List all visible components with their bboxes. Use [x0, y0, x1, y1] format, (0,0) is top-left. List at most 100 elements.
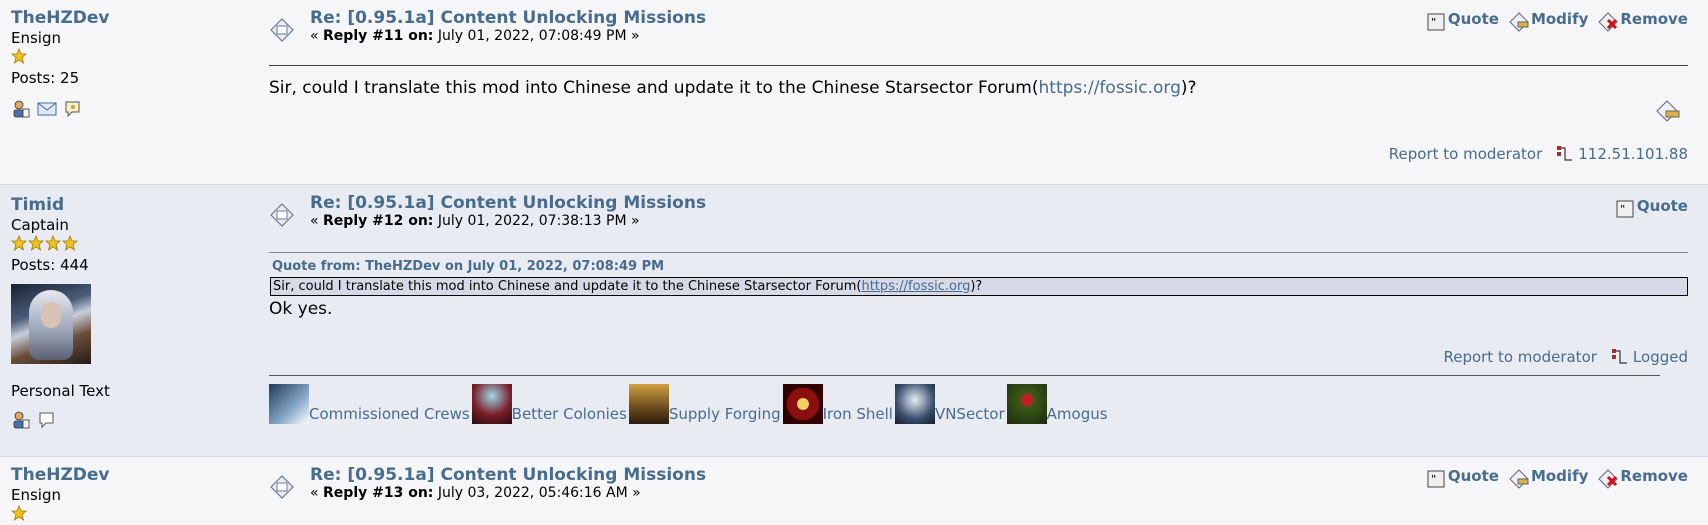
personal-text: Personal Text [11, 382, 110, 400]
poster-name[interactable]: TheHZDev [11, 8, 251, 28]
post-meta: « Reply #11 on: July 01, 2022, 07:08:49 … [310, 28, 640, 44]
post-meta: « Reply #12 on: July 01, 2022, 07:38:13 … [310, 213, 640, 229]
rank-stars [11, 48, 251, 66]
logged-status[interactable]: Logged [1611, 348, 1688, 366]
signature-link-better-colonies[interactable]: Better Colonies [471, 384, 629, 424]
meta-prefix: « [310, 485, 324, 501]
rank-stars [11, 235, 251, 253]
post-topic-icon [270, 203, 294, 227]
supply-forging-image [628, 384, 669, 424]
vnsector-image [894, 384, 935, 424]
star-icon [11, 48, 27, 64]
quote-text-end: )? [970, 279, 983, 294]
logged-text: Logged [1632, 348, 1688, 366]
poster-name[interactable]: TheHZDev [11, 465, 251, 485]
ip-icon [1611, 349, 1627, 364]
quote-block: Sir, could I translate this mod into Chi… [270, 277, 1688, 296]
star-icon [62, 235, 78, 251]
poster-rank: Ensign [11, 29, 61, 47]
profile-icon[interactable] [11, 99, 31, 119]
modify-label: Modify [1530, 10, 1589, 28]
post-topic-icon [270, 18, 294, 42]
quote-label: Quote [1447, 10, 1499, 28]
post-body: Sir, could I translate this mod into Chi… [269, 78, 1197, 98]
star-icon [11, 505, 27, 521]
report-to-moderator-link[interactable]: Report to moderator [1389, 145, 1542, 163]
email-icon[interactable] [37, 99, 57, 119]
poster-info: Timid Captain Posts: 444 Personal Text [11, 195, 251, 430]
modify-button[interactable]: Modify [1509, 10, 1588, 32]
post-date: July 01, 2022, 07:08:49 PM » [433, 28, 640, 44]
quote-label: Quote [1636, 197, 1688, 215]
avatar [11, 284, 91, 364]
modify-button[interactable]: Modify [1509, 467, 1588, 489]
poster-info: TheHZDev Ensign [11, 465, 251, 523]
report-to-moderator-link[interactable]: Report to moderator [1443, 348, 1596, 366]
remove-button[interactable]: Remove [1598, 467, 1688, 489]
poster-rank: Ensign [11, 486, 61, 504]
post-reply-11: TheHZDev Ensign Posts: 25 Re: [0.95.1a] … [0, 0, 1708, 185]
post-subject-link[interactable]: Re: [0.95.1a] Content Unlocking Missions [310, 465, 706, 485]
signature-link-amogus[interactable]: Amogus [1006, 384, 1110, 424]
better-colonies-image [471, 384, 512, 424]
quote-button[interactable]: " Quote [1426, 467, 1499, 489]
post-meta: « Reply #13 on: July 03, 2022, 05:46:16 … [310, 485, 641, 501]
signature-label: Commissioned Crews [309, 405, 470, 423]
post-reply-12: Timid Captain Posts: 444 Personal Text R… [0, 185, 1708, 457]
commissioned-crews-image [269, 384, 309, 424]
quote-header[interactable]: Quote from: TheHZDev on July 01, 2022, 0… [272, 259, 664, 274]
personal-message-icon[interactable] [37, 410, 57, 430]
personal-message-icon[interactable] [63, 99, 83, 119]
quote-icon: " [1427, 470, 1445, 488]
signature-label: Iron Shell [822, 405, 893, 423]
modify-label: Modify [1530, 467, 1589, 485]
modify-icon [1509, 469, 1529, 489]
signature-label: Supply Forging [668, 405, 781, 423]
quote-button[interactable]: " Quote [1426, 10, 1499, 32]
quote-button[interactable]: " Quote [1615, 197, 1688, 219]
poster-info: TheHZDev Ensign Posts: 25 [11, 8, 251, 119]
post-footer: Report to moderator 112.51.101.88 [1389, 145, 1688, 163]
svg-text:": " [1431, 474, 1436, 485]
post-reply-13: TheHZDev Ensign Re: [0.95.1a] Content Un… [0, 457, 1708, 525]
signature-label: VNSector [934, 405, 1005, 423]
post-date: July 01, 2022, 07:38:13 PM » [433, 213, 640, 229]
ip-icon [1557, 146, 1573, 161]
post-subject-link[interactable]: Re: [0.95.1a] Content Unlocking Missions [310, 193, 706, 213]
remove-icon [1598, 12, 1619, 32]
signature-link-commissioned-crews[interactable]: Commissioned Crews [269, 384, 472, 424]
reply-number: Reply #11 on: [323, 28, 434, 44]
post-footer: Report to moderator Logged [1443, 348, 1688, 366]
poster-rank: Captain [11, 216, 69, 234]
ip-address[interactable]: 112.51.101.88 [1556, 145, 1688, 163]
quote-icon: " [1427, 13, 1445, 31]
svg-text:": " [1620, 204, 1625, 215]
post-topic-icon [270, 475, 294, 499]
quote-fossic-link[interactable]: https://fossic.org [861, 279, 970, 294]
meta-prefix: « [310, 213, 324, 229]
post-divider [269, 252, 1688, 253]
signature-link-iron-shell[interactable]: Iron Shell [782, 384, 895, 424]
fossic-link[interactable]: https://fossic.org [1039, 78, 1181, 98]
remove-button[interactable]: Remove [1598, 10, 1688, 32]
post-actions: " Quote Modify Remove [1426, 10, 1688, 32]
star-icon [45, 235, 61, 251]
profile-icon[interactable] [11, 410, 31, 430]
signature: Commissioned Crews Better Colonies Suppl… [269, 384, 1110, 424]
post-divider [269, 65, 1688, 66]
quote-label: Quote [1447, 467, 1499, 485]
signature-link-supply-forging[interactable]: Supply Forging [628, 384, 783, 424]
iron-shell-image [782, 384, 823, 424]
remove-label: Remove [1620, 10, 1688, 28]
rank-stars [11, 505, 251, 523]
post-count: Posts: 25 [11, 69, 80, 87]
post-subject-link[interactable]: Re: [0.95.1a] Content Unlocking Missions [310, 8, 706, 28]
reply-number: Reply #12 on: [323, 213, 434, 229]
quote-text: Sir, could I translate this mod into Chi… [273, 279, 862, 294]
signature-divider [269, 375, 1660, 376]
post-count: Posts: 444 [11, 256, 89, 274]
poster-name[interactable]: Timid [11, 195, 251, 215]
body-text: Sir, could I translate this mod into Chi… [269, 78, 1039, 98]
edit-post-icon[interactable] [1656, 100, 1680, 122]
signature-link-vnsector[interactable]: VNSector [894, 384, 1007, 424]
